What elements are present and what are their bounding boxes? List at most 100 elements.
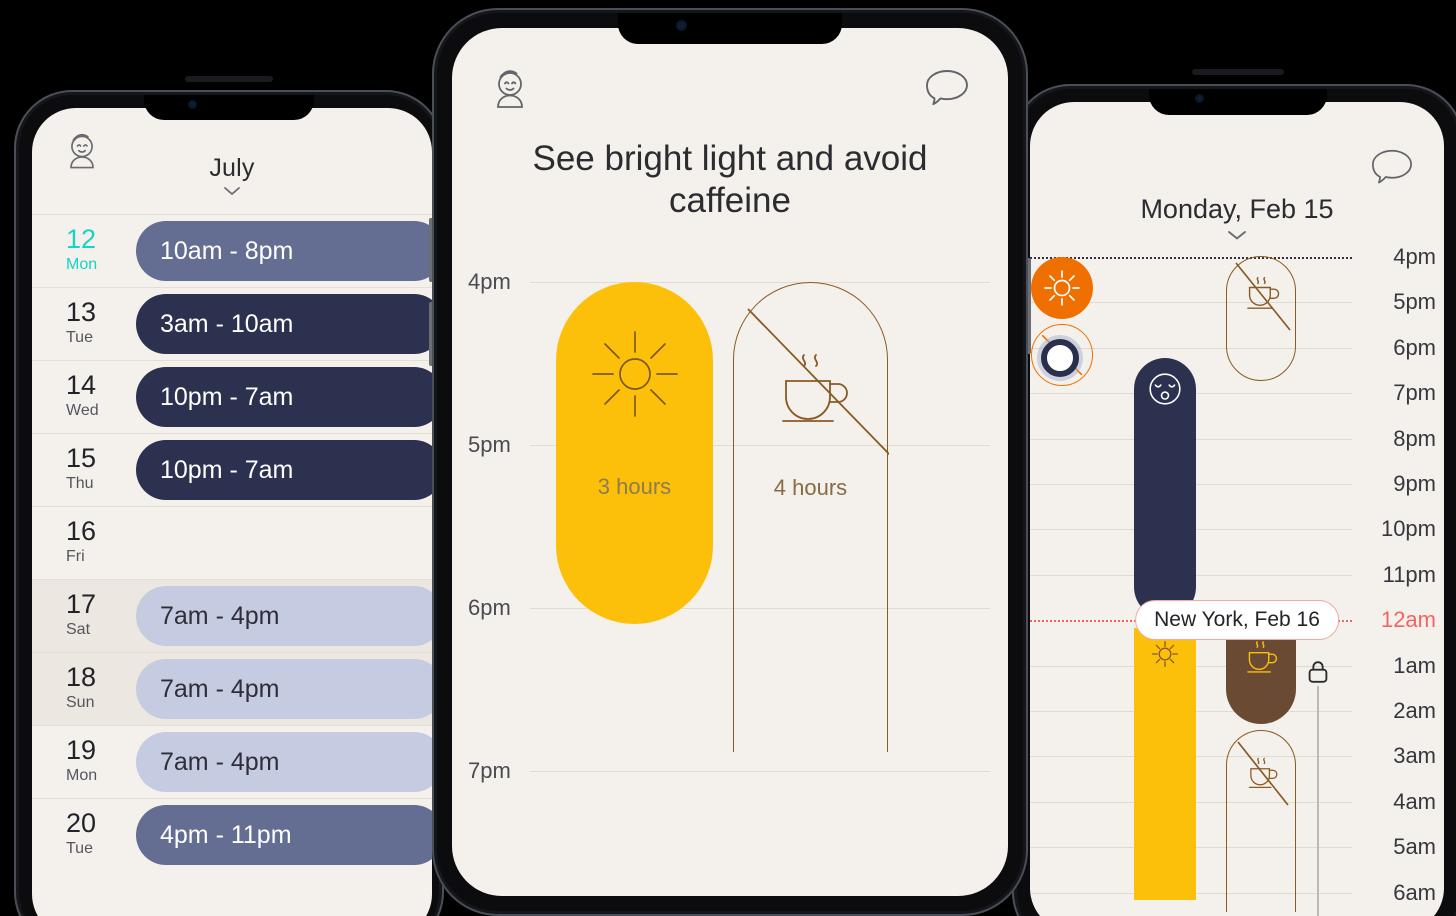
- day-row[interactable]: 19 Mon 7am - 4pm: [32, 725, 432, 798]
- page-title: See bright light and avoid caffeine: [532, 139, 928, 220]
- sun-icon: [591, 331, 678, 417]
- chart-gridline: [530, 771, 990, 772]
- timeline-hour-label: 9pm: [1393, 471, 1436, 496]
- day-weekday: Mon: [66, 256, 98, 273]
- day-row[interactable]: 20 Tue 4pm - 11pm: [32, 798, 432, 871]
- right-phone-screen[interactable]: Monday, Feb 15 4pm 5pm 6pm 7pm 8pm 9pm 10pm 11p…: [1030, 102, 1444, 916]
- day-weekday: Wed: [66, 402, 99, 419]
- earpiece-speaker: [1192, 69, 1284, 75]
- month-selector[interactable]: July: [32, 154, 432, 197]
- sleep-event-chip[interactable]: 10pm - 7am: [136, 440, 432, 500]
- volume-up-button[interactable]: [429, 218, 435, 282]
- speech-bubble-icon[interactable]: [1368, 146, 1416, 190]
- timeline-hour-label: 10pm: [1380, 516, 1436, 542]
- sleep-event-chip[interactable]: 7am - 4pm: [136, 586, 432, 646]
- light-caffeine-chart[interactable]: 4pm 5pm 6pm 7pm 3 hours 4 hours: [452, 260, 1008, 820]
- timeline-canvas[interactable]: 4pm 5pm 6pm 7pm 8pm 9pm 10pm 11pm 12am 1am 2am 3am 4…: [1030, 244, 1444, 916]
- left-phone-header: July: [32, 108, 432, 214]
- day-number: 12: [66, 224, 97, 254]
- timeline-drag-handle[interactable]: [1041, 339, 1079, 377]
- sleep-event-chip[interactable]: 10pm - 7am: [136, 367, 432, 427]
- day-row[interactable]: 13 Tue 3am - 10am: [32, 287, 432, 360]
- day-number: 17: [66, 589, 97, 619]
- chart-tick-label: 4pm: [468, 269, 511, 294]
- day-number: 19: [66, 735, 97, 765]
- earpiece-speaker: [185, 76, 273, 82]
- left-phone-screen[interactable]: July 12 Mon 10am - 8pm 13 Tue 3am - 10am 14 Wed…: [32, 108, 432, 916]
- day-number: 14: [66, 370, 97, 400]
- sleep-event-chip[interactable]: 10am - 8pm: [136, 221, 432, 281]
- day-number: 18: [66, 662, 97, 692]
- left-phone-mockup: July 12 Mon 10am - 8pm 13 Tue 3am - 10am 14 Wed…: [14, 76, 447, 916]
- day-number: 13: [66, 297, 97, 327]
- front-camera: [676, 20, 687, 31]
- timeline-hour-label: 4am: [1393, 788, 1436, 814]
- day-number: 15: [66, 443, 97, 473]
- day-row[interactable]: 18 Sun 7am - 4pm: [32, 652, 432, 725]
- timezone-day-marker[interactable]: New York, Feb 16: [1135, 600, 1339, 641]
- center-phone-mockup: See bright light and avoid caffeine 4pm 5…: [429, 8, 1031, 916]
- center-phone-screen[interactable]: See bright light and avoid caffeine 4pm 5…: [452, 28, 1008, 896]
- day-row[interactable]: 17 Sat 7am - 4pm: [32, 579, 432, 652]
- day-weekday: Mon: [66, 767, 98, 784]
- timeline-hour-label: 4pm: [1393, 244, 1436, 269]
- notch: [618, 8, 842, 44]
- avoid-caffeine-bar[interactable]: 4 hours: [733, 282, 889, 752]
- day-list[interactable]: 12 Mon 10am - 8pm 13 Tue 3am - 10am 14 Wed 10pm …: [32, 214, 432, 871]
- power-button[interactable]: [1025, 258, 1031, 354]
- timeline-hour-label: 7pm: [1393, 380, 1436, 406]
- sleep-event-chip[interactable]: 7am - 4pm: [136, 732, 432, 792]
- bright-light-bar[interactable]: 3 hours: [556, 282, 713, 624]
- bright-light-bar[interactable]: [1134, 628, 1196, 900]
- day-weekday: Thu: [66, 475, 94, 492]
- timeline-hour-label: 11pm: [1382, 561, 1436, 587]
- timeline-hour-label: 5pm: [1393, 289, 1436, 315]
- smiling-avatar-icon[interactable]: [486, 66, 534, 114]
- day-weekday: Fri: [66, 548, 85, 565]
- avoid-caffeine-capsule-morning[interactable]: [1226, 730, 1296, 912]
- chart-tick-label: 6pm: [468, 595, 511, 620]
- timeline-hour-label: 8pm: [1393, 425, 1436, 451]
- day-number: 20: [66, 808, 97, 838]
- date-selector[interactable]: Monday, Feb 15: [1030, 194, 1444, 241]
- avoid-caffeine-capsule-evening[interactable]: [1226, 256, 1296, 381]
- chevron-down-icon: [224, 187, 240, 196]
- day-row[interactable]: 14 Wed 10pm - 7am: [32, 360, 432, 433]
- timeline-hour-label: 1am: [1393, 652, 1436, 678]
- right-phone-mockup: Monday, Feb 15 4pm 5pm 6pm 7pm 8pm 9pm 10pm 11p…: [1009, 69, 1456, 916]
- day-number: 16: [66, 516, 97, 546]
- day-row[interactable]: 15 Thu 10pm - 7am: [32, 433, 432, 506]
- speech-bubble-icon[interactable]: [922, 66, 972, 112]
- timeline-hour-label: 6am: [1393, 879, 1436, 905]
- day-row[interactable]: 12 Mon 10am - 8pm: [32, 214, 432, 287]
- caffeine-allowed-capsule[interactable]: [1226, 628, 1296, 724]
- lock-guide-line: [1317, 686, 1319, 916]
- avoid-caffeine-duration-label: 4 hours: [773, 475, 848, 500]
- notch: [1149, 69, 1327, 115]
- day-weekday: Tue: [66, 840, 93, 857]
- notch: [144, 76, 314, 120]
- timeline-hour-label: 12am: [1380, 607, 1436, 633]
- screenshot-stage: July 12 Mon 10am - 8pm 13 Tue 3am - 10am 14 Wed…: [0, 0, 1456, 916]
- lock-icon[interactable]: [1304, 658, 1332, 691]
- timeline-hour-label: 5am: [1393, 834, 1436, 860]
- day-row[interactable]: 16 Fri: [32, 506, 432, 579]
- sleep-event-chip[interactable]: 3am - 10am: [136, 294, 432, 354]
- volume-down-button[interactable]: [429, 302, 435, 366]
- day-weekday: Sat: [66, 621, 91, 638]
- front-camera: [188, 100, 197, 109]
- chart-tick-label: 7pm: [468, 758, 511, 783]
- timeline-hour-label: 6pm: [1393, 334, 1436, 360]
- bright-light-now-marker[interactable]: [1031, 257, 1093, 319]
- sleep-event-chip[interactable]: 7am - 4pm: [136, 659, 432, 719]
- sleep-event-chip[interactable]: 4pm - 11pm: [136, 805, 432, 865]
- chart-tick-label: 5pm: [468, 432, 511, 457]
- day-weekday: Sun: [66, 694, 95, 711]
- date-label: Monday, Feb 15: [1140, 194, 1334, 224]
- sleep-capsule[interactable]: [1134, 358, 1196, 618]
- timeline-hour-label: 2am: [1393, 698, 1436, 723]
- front-camera: [1195, 94, 1204, 103]
- day-weekday: Tue: [66, 329, 93, 346]
- bright-light-duration-label: 3 hours: [597, 474, 672, 499]
- right-phone-header: Monday, Feb 15: [1030, 102, 1444, 252]
